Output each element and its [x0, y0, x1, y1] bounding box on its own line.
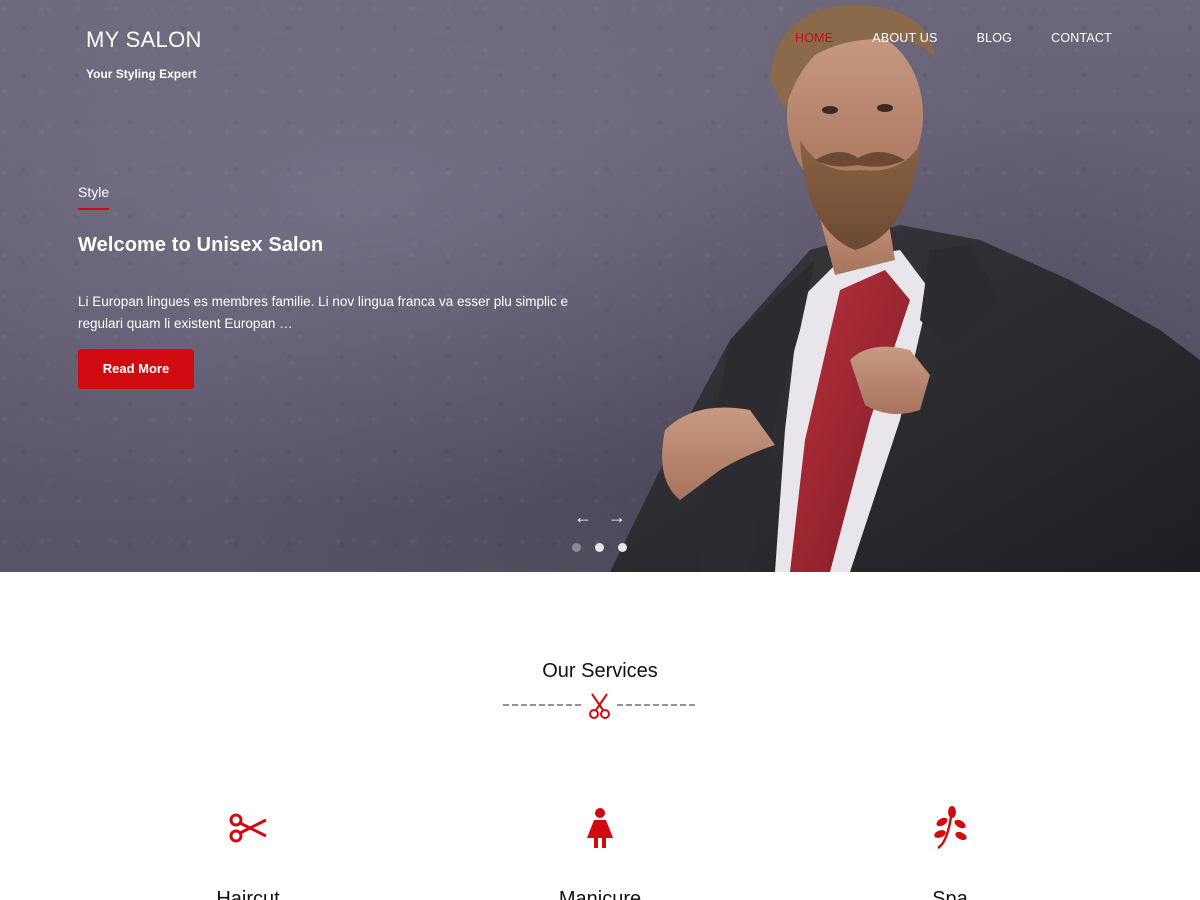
services-divider: [503, 693, 697, 719]
nav-item-blog[interactable]: BLOG: [938, 31, 1013, 45]
slider-dots: [572, 543, 627, 552]
services-header: Our Services: [0, 660, 1200, 683]
site-title[interactable]: MY SALON: [86, 27, 202, 53]
scissors-icon: [589, 693, 610, 719]
nav-item-home[interactable]: HOME: [756, 31, 833, 45]
slide-caption: Style Welcome to Unisex Salon Li Europan…: [78, 184, 598, 389]
services-title: Our Services: [542, 660, 658, 682]
slider-arrows: ← →: [574, 507, 626, 528]
slider-dot[interactable]: [572, 543, 581, 552]
slide-title: Welcome to Unisex Salon: [78, 234, 324, 256]
site-tagline: Your Styling Expert: [86, 67, 197, 81]
prev-arrow-icon[interactable]: ←: [574, 507, 592, 528]
service-label-haircut: Haircut: [216, 888, 280, 900]
slider-dot[interactable]: [595, 543, 604, 552]
service-label-manicure: Manicure: [558, 888, 642, 900]
slider-dot[interactable]: [618, 543, 627, 552]
slide-description: Li Europan lingues es membres familie. L…: [78, 294, 568, 331]
main-nav: HOME ABOUT US BLOG CONTACT: [756, 31, 1112, 45]
hero-man-image: [610, 5, 1200, 572]
brand[interactable]: MY SALON Your Styling Expert: [86, 27, 202, 81]
scissors-icon: [229, 813, 267, 843]
nav-item-contact[interactable]: CONTACT: [1012, 31, 1112, 45]
leaf-icon: [934, 806, 967, 850]
hero-slider: MY SALON Your Styling Expert HOME ABOUT …: [0, 0, 1200, 572]
next-arrow-icon[interactable]: →: [608, 507, 626, 528]
slide-tag: Style: [78, 184, 110, 210]
read-more-button[interactable]: Read More: [78, 349, 194, 389]
nav-item-about-us[interactable]: ABOUT US: [833, 31, 937, 45]
service-label-spa: Spa: [932, 888, 968, 900]
woman-icon: [587, 808, 613, 848]
